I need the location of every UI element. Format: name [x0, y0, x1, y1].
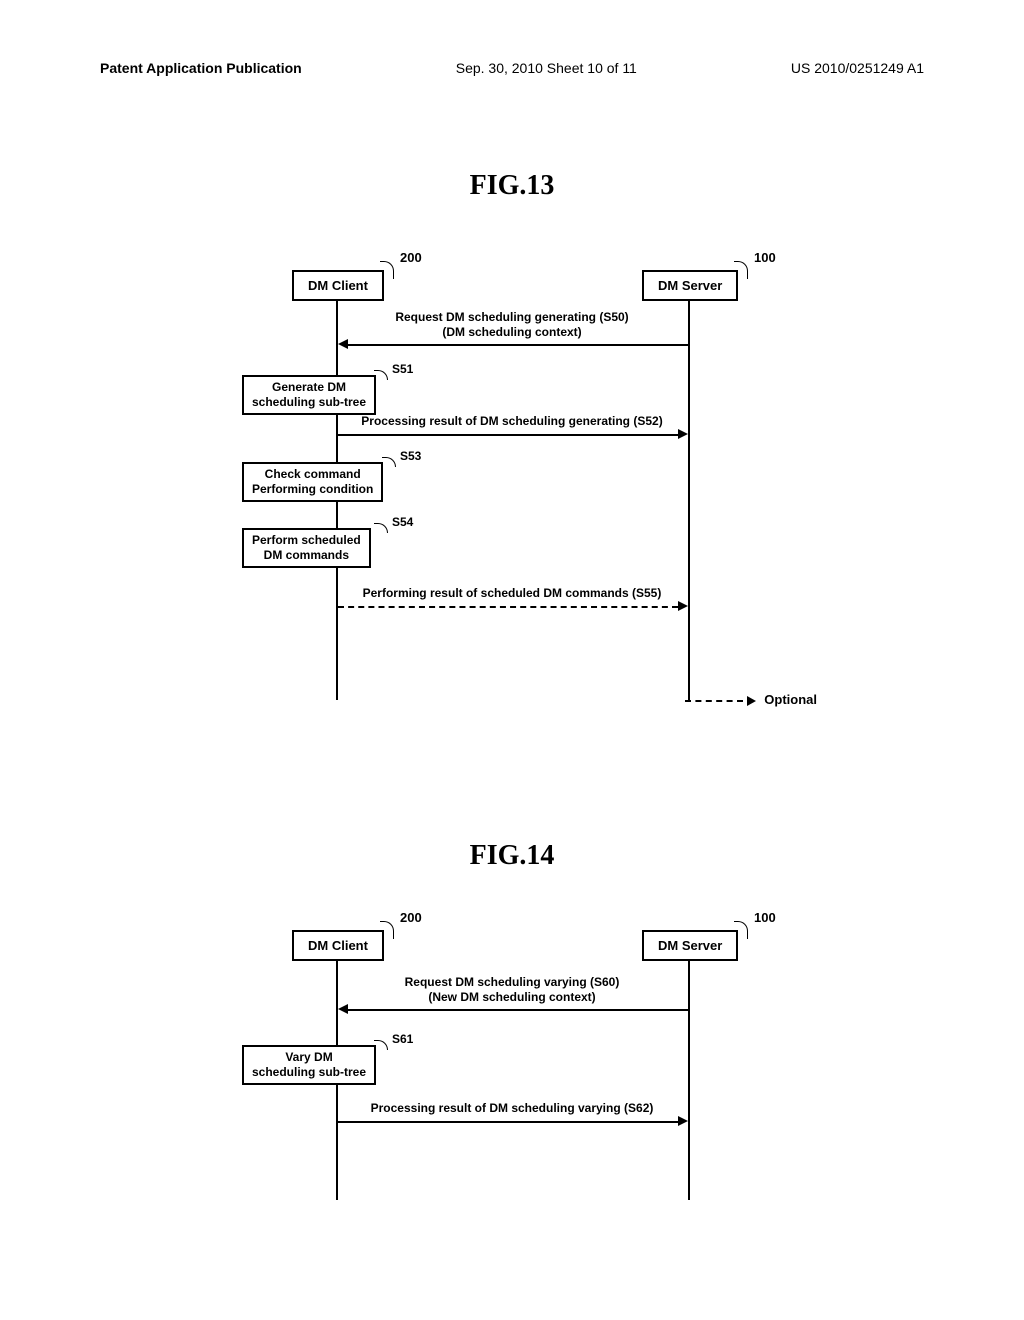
s53-label: S53 — [400, 449, 421, 463]
lead-line-icon — [380, 921, 394, 939]
lead-line-icon — [374, 1040, 388, 1050]
figure-14-title: FIG.14 — [0, 840, 1024, 872]
arrow-s55: Performing result of scheduled DM comman… — [212, 580, 812, 620]
dm-server-box: DM Server — [642, 270, 738, 301]
header-left: Patent Application Publication — [100, 60, 302, 76]
s61-box: Vary DM scheduling sub-tree — [242, 1045, 376, 1085]
s51-label: S51 — [392, 362, 413, 376]
dashed-line-icon — [685, 700, 743, 702]
s62-text: Processing result of DM scheduling varyi… — [212, 1101, 812, 1116]
server-ref-num: 100 — [754, 910, 776, 925]
dm-server-box: DM Server — [642, 930, 738, 961]
s60-text-line2: (New DM scheduling context) — [428, 990, 595, 1004]
arrow-left-icon — [338, 339, 348, 349]
arrow-s60: Request DM scheduling varying (S60) (New… — [212, 975, 812, 1015]
lead-line-icon — [382, 457, 396, 467]
s54-box: Perform scheduled DM commands — [242, 528, 371, 568]
figure-14-diagram: DM Client 200 DM Server 100 Request DM s… — [212, 910, 812, 1230]
arrow-right-icon — [678, 1116, 688, 1126]
legend-optional: Optional — [685, 692, 817, 707]
arrow-s50: Request DM scheduling generating (S50) (… — [212, 310, 812, 350]
header-right: US 2010/0251249 A1 — [791, 60, 924, 76]
lead-line-icon — [734, 921, 748, 939]
server-ref-num: 100 — [754, 250, 776, 265]
arrow-s62: Processing result of DM scheduling varyi… — [212, 1095, 812, 1135]
arrow-left-icon — [338, 1004, 348, 1014]
dm-client-box: DM Client — [292, 270, 384, 301]
page-header: Patent Application Publication Sep. 30, … — [100, 60, 924, 76]
s54-label: S54 — [392, 515, 413, 529]
s50-text-line2: (DM scheduling context) — [442, 325, 581, 339]
lead-line-icon — [734, 261, 748, 279]
lead-line-icon — [374, 370, 388, 380]
arrow-right-icon — [678, 429, 688, 439]
figure-13-diagram: DM Client 200 DM Server 100 Request DM s… — [212, 250, 812, 730]
s53-box: Check command Performing condition — [242, 462, 383, 502]
arrow-right-icon — [747, 696, 756, 706]
server-lifeline — [688, 300, 690, 700]
lead-line-icon — [380, 261, 394, 279]
client-ref-num: 200 — [400, 250, 422, 265]
dm-client-box: DM Client — [292, 930, 384, 961]
s50-text-line1: Request DM scheduling generating (S50) — [395, 310, 628, 324]
s55-text: Performing result of scheduled DM comman… — [212, 586, 812, 601]
header-center: Sep. 30, 2010 Sheet 10 of 11 — [456, 60, 637, 76]
s60-text-line1: Request DM scheduling varying (S60) — [405, 975, 620, 989]
arrow-s52: Processing result of DM scheduling gener… — [212, 408, 812, 448]
figure-13-title: FIG.13 — [0, 170, 1024, 202]
s52-text: Processing result of DM scheduling gener… — [212, 414, 812, 429]
client-ref-num: 200 — [400, 910, 422, 925]
lead-line-icon — [374, 523, 388, 533]
s61-label: S61 — [392, 1032, 413, 1046]
arrow-right-icon — [678, 601, 688, 611]
